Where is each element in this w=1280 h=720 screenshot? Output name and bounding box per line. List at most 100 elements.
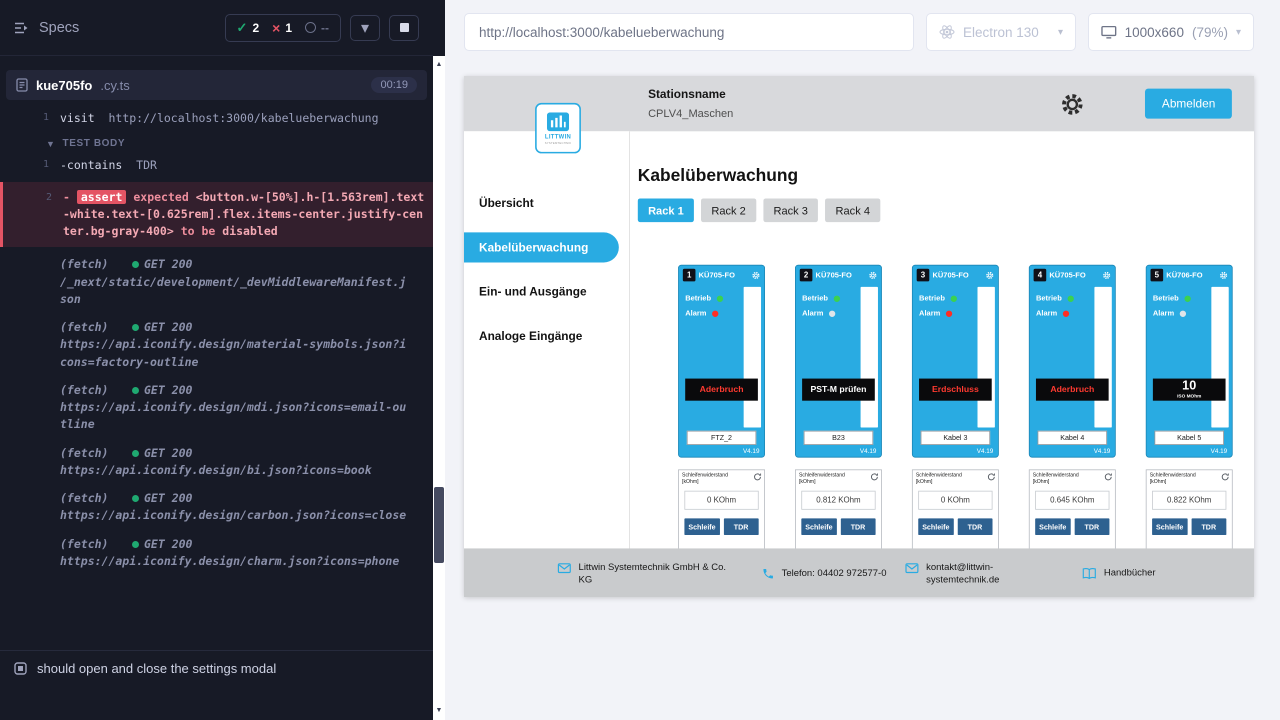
- refresh-icon: [987, 473, 996, 482]
- cable-name-field[interactable]: Kabel 4: [1038, 431, 1108, 445]
- fetch-log-row[interactable]: (fetch)GET 200 https://api.iconify.desig…: [0, 443, 433, 482]
- fetch-url: https://api.iconify.design/bi.json?icons…: [60, 462, 410, 479]
- spec-name: kue705fo: [36, 78, 92, 93]
- betrieb-led: [717, 295, 723, 301]
- module-gear-button[interactable]: [868, 271, 877, 280]
- stat-pending: --: [305, 21, 329, 35]
- slot-number: 5: [1151, 269, 1164, 282]
- cable-name-field[interactable]: FTZ_2: [687, 431, 757, 445]
- specs-button[interactable]: Specs: [14, 20, 79, 36]
- module-model: KÜ705-FO: [1049, 271, 1085, 280]
- module-gear-button[interactable]: [1219, 271, 1228, 280]
- viewport-selector[interactable]: 1000x660 (79%) ▾: [1088, 13, 1254, 51]
- module-gear-button[interactable]: [1102, 271, 1111, 280]
- tab-rack-2[interactable]: Rack 2: [701, 198, 756, 222]
- scrollbar-thumb[interactable]: [434, 487, 444, 563]
- gear-icon: [1060, 92, 1085, 117]
- alarm-led: [1180, 310, 1186, 316]
- tdr-button[interactable]: TDR: [1191, 519, 1226, 536]
- fetch-log-row[interactable]: (fetch)GET 200 https://api.iconify.desig…: [0, 317, 433, 373]
- phone-icon: [762, 567, 775, 580]
- slot-number: 3: [917, 269, 930, 282]
- scroll-down-arrow[interactable]: ▼: [433, 704, 445, 718]
- module-model: KÜ706-FO: [1166, 271, 1202, 280]
- fetch-log-row[interactable]: (fetch)GET 200 /_next/static/development…: [0, 254, 433, 310]
- tdr-button[interactable]: TDR: [840, 519, 875, 536]
- schleife-button[interactable]: Schleife: [1152, 519, 1187, 536]
- module-gear-button[interactable]: [752, 271, 761, 280]
- device-module: 3 KÜ705-FO Betrieb Alarm: [912, 265, 999, 458]
- electron-icon: [939, 24, 955, 40]
- cypress-app: Specs ✓2 ×1 -- ▾ kue705fo .cy.ts 00:19: [0, 0, 1280, 720]
- refresh-button[interactable]: [1221, 473, 1230, 482]
- fetch-log-row[interactable]: (fetch)GET 200 https://api.iconify.desig…: [0, 534, 433, 573]
- refresh-button[interactable]: [753, 473, 762, 482]
- specs-label: Specs: [39, 20, 79, 36]
- footer-manuals-link[interactable]: Handbücher: [1082, 566, 1156, 580]
- tdr-button[interactable]: TDR: [957, 519, 992, 536]
- command-row-contains[interactable]: 1 -contains TDR: [0, 155, 433, 176]
- settings-gear-button[interactable]: [1060, 92, 1085, 121]
- cable-name-field[interactable]: Kabel 5: [1154, 431, 1224, 445]
- alarm-led: [829, 310, 835, 316]
- tab-rack-4[interactable]: Rack 4: [825, 198, 880, 222]
- fetch-url: https://api.iconify.design/charm.json?ic…: [60, 553, 410, 570]
- firmware-version: V4.19: [1211, 447, 1228, 454]
- schleife-button[interactable]: Schleife: [1035, 519, 1070, 536]
- next-test-row[interactable]: should open and close the settings modal: [0, 650, 433, 686]
- sidebar-item-analoge-eingaenge[interactable]: Analoge Eingänge: [464, 321, 629, 351]
- cable-name-field[interactable]: B23: [804, 431, 874, 445]
- url-display[interactable]: http://localhost:3000/kabelueberwachung: [464, 13, 914, 51]
- sidebar-item-ein-und-ausgaenge[interactable]: Ein- und Ausgänge: [464, 277, 629, 307]
- module-model: KÜ705-FO: [816, 271, 852, 280]
- stat-failed: ×1: [272, 20, 292, 36]
- tab-rack-3[interactable]: Rack 3: [763, 198, 818, 222]
- alarm-led: [712, 310, 718, 316]
- refresh-icon: [1221, 473, 1230, 482]
- device-module: 2 KÜ705-FO Betrieb Alarm: [795, 265, 882, 458]
- command-name: visit: [60, 111, 95, 125]
- module-gear-button[interactable]: [985, 271, 994, 280]
- fetch-log-row[interactable]: (fetch)GET 200 https://api.iconify.desig…: [0, 488, 433, 527]
- scroll-up-arrow[interactable]: ▲: [433, 58, 445, 72]
- gear-icon: [868, 271, 877, 280]
- refresh-icon: [870, 473, 879, 482]
- logout-button[interactable]: Abmelden: [1145, 89, 1232, 119]
- main-content: Kabelüberwachung Rack 1 Rack 2 Rack 3 Ra…: [630, 131, 1254, 597]
- status-ok-dot: [132, 261, 139, 268]
- device-module: 1 KÜ705-FO Betrieb Alarm: [678, 265, 765, 458]
- command-row-visit[interactable]: 1 visit http://localhost:3000/kabelueber…: [0, 108, 433, 129]
- schleife-button[interactable]: Schleife: [918, 519, 953, 536]
- schleife-button[interactable]: Schleife: [684, 519, 719, 536]
- cable-name-field[interactable]: Kabel 3: [921, 431, 991, 445]
- refresh-button[interactable]: [870, 473, 879, 482]
- test-body-section[interactable]: ▼ TEST BODY: [0, 129, 433, 155]
- status-display: PST-M prüfen: [802, 379, 875, 401]
- tdr-button[interactable]: TDR: [724, 519, 759, 536]
- tab-rack-1[interactable]: Rack 1: [638, 198, 694, 222]
- spec-bar[interactable]: kue705fo .cy.ts 00:19: [6, 70, 427, 100]
- slot-number: 2: [800, 269, 813, 282]
- schleife-button[interactable]: Schleife: [801, 519, 836, 536]
- failed-assert-row[interactable]: 2 - assert expected <button.w-[50%].h-[1…: [0, 182, 433, 248]
- browser-pane: http://localhost:3000/kabelueberwachung …: [445, 0, 1280, 720]
- stop-button[interactable]: [389, 15, 419, 41]
- device-card-4: 4 KÜ705-FO Betrieb Alarm: [1029, 265, 1116, 580]
- refresh-button[interactable]: [1104, 473, 1113, 482]
- resistance-value: 0.812 KOhm: [801, 491, 875, 510]
- scrollbar-track[interactable]: ▲ ▼: [433, 56, 445, 720]
- app-sidebar: Übersicht Kabelüberwachung Ein- und Ausg…: [464, 131, 630, 597]
- command-name: -contains: [60, 158, 122, 172]
- browser-selector[interactable]: Electron 130 ▾: [926, 13, 1076, 51]
- refresh-button[interactable]: [987, 473, 996, 482]
- footer-phone[interactable]: Telefon: 04402 972577-0: [762, 566, 905, 579]
- app-body: Übersicht Kabelüberwachung Ein- und Ausg…: [464, 131, 1254, 597]
- collapse-button[interactable]: ▾: [350, 15, 380, 41]
- sidebar-item-uebersicht[interactable]: Übersicht: [464, 188, 629, 218]
- test-icon: [14, 662, 27, 675]
- footer-email[interactable]: kontakt@littwin-systemtechnik.de: [905, 560, 1082, 586]
- tdr-button[interactable]: TDR: [1074, 519, 1109, 536]
- sidebar-item-kabelueberwachung[interactable]: Kabelüberwachung: [464, 232, 619, 262]
- fetch-log-row[interactable]: (fetch)GET 200 https://api.iconify.desig…: [0, 380, 433, 436]
- measurement-label: Schleifenwiderstand [kOhm]: [1033, 473, 1096, 486]
